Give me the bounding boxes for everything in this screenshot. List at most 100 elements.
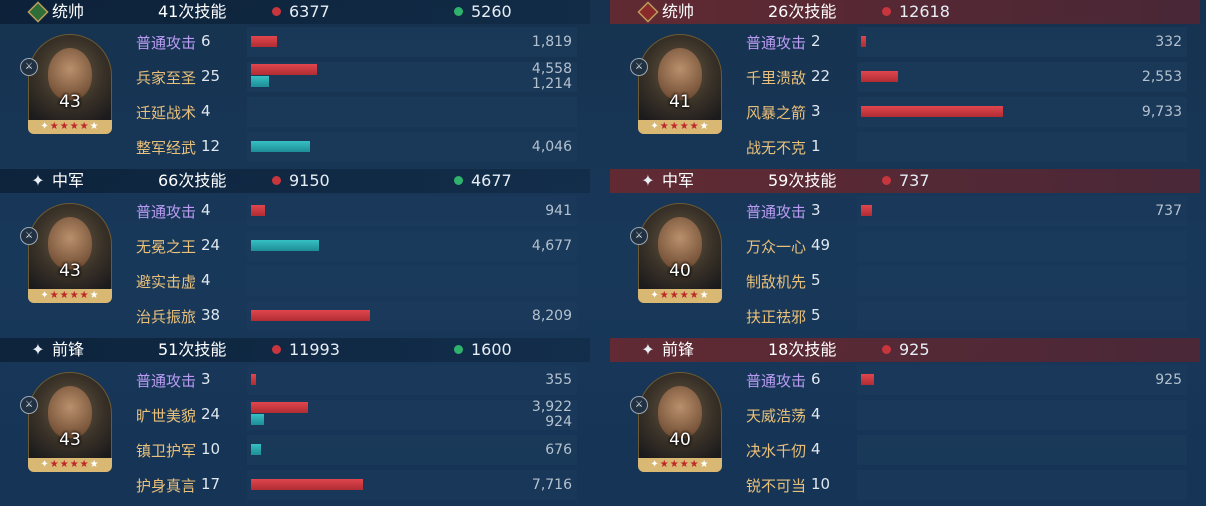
skill-row-track [857, 365, 1187, 395]
skill-row: 避实击虚 4 [0, 264, 590, 298]
squad-section-1: 统帅 26次技能 12618 ⚔ 41 ✦★★★★★ 普通攻击 2 332 千里溃敌 22 2,553… [610, 0, 1200, 169]
skill-row: 无冕之王 24 4,677 [0, 229, 590, 263]
skill-use-count: 6 [811, 370, 821, 388]
heal-amount: 924 [545, 414, 572, 430]
damage-bar [251, 205, 265, 216]
section-header: ✦ 中军 59次技能 737 [610, 169, 1200, 193]
skill-name: 天威浩荡 [746, 407, 807, 425]
squad-section-3: ✦ 前锋 51次技能 11993 1600 ⚔ 43 ✦★★★★★ 普通攻击 3 355 旷世美貌 24… [0, 338, 590, 506]
skill-use-count: 4 [201, 102, 211, 120]
skill-use-count: 24 [201, 236, 221, 254]
skill-row: 迁延战术 4 [0, 95, 590, 129]
damage-total: 9150 [272, 169, 330, 193]
damage-bar [861, 374, 874, 385]
skill-name: 普通攻击 [746, 372, 807, 390]
skill-use-count: 25 [201, 67, 221, 85]
skill-count-label: 41次技能 [158, 2, 227, 21]
damage-total: 925 [882, 338, 930, 362]
heal-bar [251, 414, 264, 425]
skill-use-count: 49 [811, 236, 831, 254]
skill-count-label: 18次技能 [768, 340, 837, 359]
damage-dot-icon [272, 176, 281, 185]
skill-name: 旷世美貌 [136, 407, 197, 425]
damage-bar [861, 205, 872, 216]
skill-row: 制敌机先 5 [610, 264, 1200, 298]
sparkle-icon: ✦ [31, 340, 45, 359]
skill-row-track [857, 400, 1187, 430]
role-label: 前锋 [52, 340, 85, 359]
skill-use-count: 24 [201, 405, 221, 423]
section-header: ✦ 前锋 18次技能 925 [610, 338, 1200, 362]
sparkle-icon: ✦ [641, 340, 655, 359]
skill-count-label: 66次技能 [158, 171, 227, 190]
damage-dot-icon [272, 7, 281, 16]
skill-name: 决水千仞 [746, 442, 807, 460]
skill-row-track [857, 301, 1187, 331]
heal-amount: 4,046 [531, 139, 572, 155]
damage-total: 737 [882, 169, 930, 193]
sparkle-icon: ✦ [31, 171, 45, 190]
skill-row-track [857, 62, 1187, 92]
skill-name: 风暴之箭 [746, 104, 807, 122]
skill-row-track [857, 231, 1187, 261]
damage-amount: 3,922 [531, 399, 572, 415]
heal-value: 1600 [471, 340, 512, 359]
role-label: 前锋 [662, 340, 695, 359]
skill-name: 无冕之王 [136, 238, 197, 256]
skill-name: 普通攻击 [136, 203, 197, 221]
heal-total: 1600 [454, 338, 512, 362]
damage-bar [251, 479, 363, 490]
skill-row: 治兵振旅 38 8,209 [0, 299, 590, 333]
skill-use-count: 10 [201, 440, 221, 458]
skill-use-count: 1 [811, 137, 821, 155]
skill-use-count: 5 [811, 306, 821, 324]
skill-name: 普通攻击 [136, 34, 197, 52]
skill-row-track [247, 27, 577, 57]
damage-value: 925 [899, 340, 930, 359]
damage-amount: 332 [1155, 34, 1182, 50]
skill-use-count: 3 [201, 370, 211, 388]
skill-use-count: 4 [811, 440, 821, 458]
damage-bar [861, 36, 866, 47]
heal-amount: 1,214 [531, 76, 572, 92]
heal-total: 5260 [454, 0, 512, 24]
damage-total: 12618 [882, 0, 950, 24]
skill-row-track [857, 266, 1187, 296]
left-team-panel: 统帅 41次技能 6377 5260 ⚔ 43 ✦★★★★★ 普通攻击 6 1,819 兵家至圣 25… [0, 0, 590, 506]
skill-row: 普通攻击 2 332 [610, 25, 1200, 59]
damage-amount: 941 [545, 203, 572, 219]
skill-use-count: 22 [811, 67, 831, 85]
skill-name: 千里溃敌 [746, 69, 807, 87]
skill-row: 护身真言 17 7,716 [0, 468, 590, 502]
skill-row-track [857, 132, 1187, 162]
skill-row-track [857, 196, 1187, 226]
skill-row: 普通攻击 3 355 [0, 363, 590, 397]
skill-row-track [247, 97, 577, 127]
damage-bar [861, 71, 898, 82]
heal-bar [251, 444, 261, 455]
skill-name: 锐不可当 [746, 477, 807, 495]
skill-name: 护身真言 [136, 477, 197, 495]
skill-name: 治兵振旅 [136, 308, 197, 326]
damage-dot-icon [882, 176, 891, 185]
red-diamond-badge-icon [637, 1, 659, 23]
skill-row: 普通攻击 6 1,819 [0, 25, 590, 59]
skill-use-count: 2 [811, 32, 821, 50]
skill-row: 普通攻击 6 925 [610, 363, 1200, 397]
heal-value: 4677 [471, 171, 512, 190]
heal-dot-icon [454, 345, 463, 354]
skill-count-label: 26次技能 [768, 2, 837, 21]
squad-section-2: ✦ 中军 59次技能 737 ⚔ 40 ✦★★★★★ 普通攻击 3 737 万众一心 49 制敌机先 5 扶… [610, 169, 1200, 338]
skill-row: 锐不可当 10 [610, 468, 1200, 502]
skill-row: 普通攻击 4 941 [0, 194, 590, 228]
skill-use-count: 17 [201, 475, 221, 493]
skill-row: 战无不克 1 [610, 130, 1200, 164]
skill-row-track [247, 266, 577, 296]
damage-value: 11993 [289, 340, 340, 359]
skill-row: 千里溃敌 22 2,553 [610, 60, 1200, 94]
damage-value: 9150 [289, 171, 330, 190]
skill-use-count: 4 [201, 201, 211, 219]
heal-total: 4677 [454, 169, 512, 193]
heal-dot-icon [454, 7, 463, 16]
skill-row-track [857, 470, 1187, 500]
